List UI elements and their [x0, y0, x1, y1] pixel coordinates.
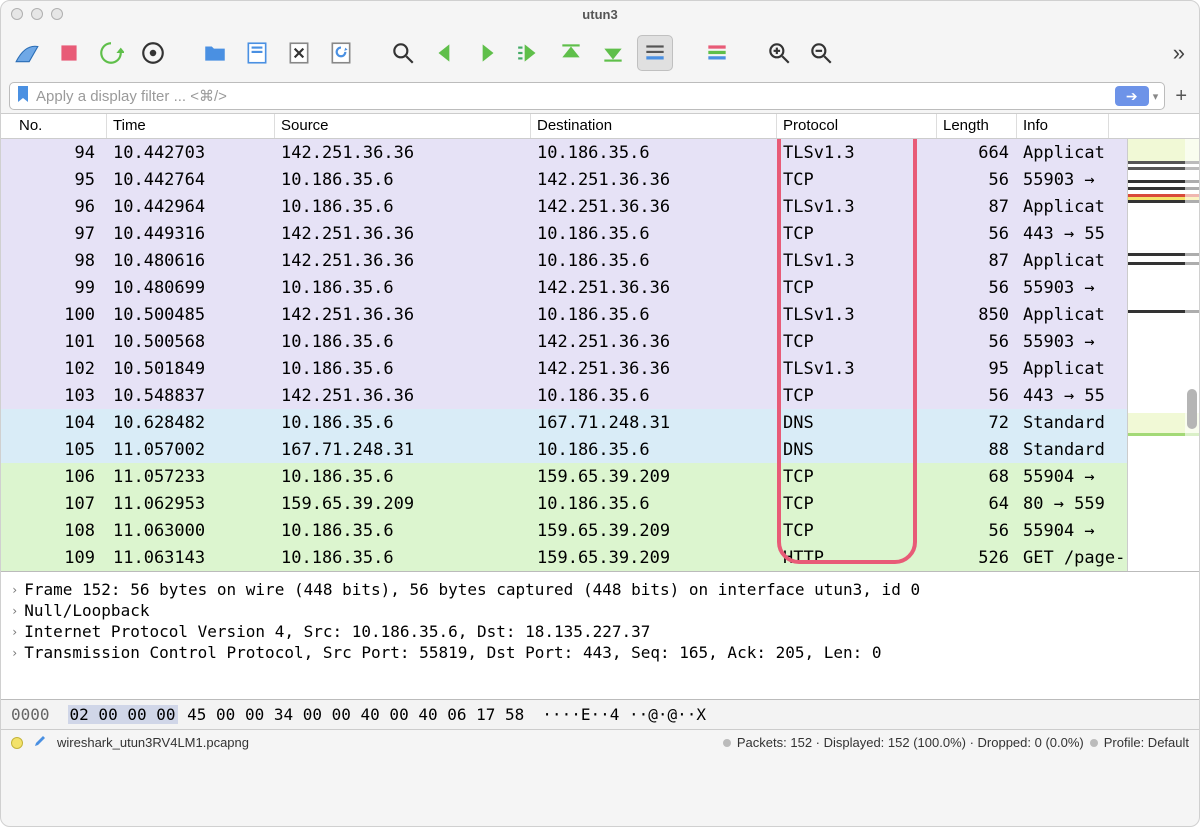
expand-icon[interactable]: ›: [11, 604, 18, 618]
reload-file-button[interactable]: [323, 35, 359, 71]
scrollbar-thumb[interactable]: [1187, 389, 1197, 429]
zoom-out-button[interactable]: [803, 35, 839, 71]
expand-icon[interactable]: ›: [11, 625, 18, 639]
detail-null: Null/Loopback: [24, 601, 149, 620]
display-filter-input[interactable]: Apply a display filter ... <⌘/> ➔ ▾: [9, 82, 1165, 110]
packet-bytes-pane[interactable]: 0000 02 00 00 00 45 00 00 34 00 00 40 00…: [1, 699, 1199, 729]
packet-details-pane[interactable]: › Frame 152: 56 bytes on wire (448 bits),…: [1, 571, 1199, 699]
col-header-protocol[interactable]: Protocol: [777, 114, 937, 138]
zoom-in-button[interactable]: [761, 35, 797, 71]
go-back-button[interactable]: [427, 35, 463, 71]
packet-row[interactable]: 10410.62848210.186.35.6167.71.248.31DNS7…: [1, 409, 1199, 436]
col-header-info[interactable]: Info: [1017, 114, 1109, 138]
restart-capture-button[interactable]: [93, 35, 129, 71]
capture-options-button[interactable]: [135, 35, 171, 71]
packet-row[interactable]: 10511.057002167.71.248.3110.186.35.6DNS8…: [1, 436, 1199, 463]
col-header-source[interactable]: Source: [275, 114, 531, 138]
apply-filter-button[interactable]: ➔: [1115, 86, 1149, 106]
packet-row[interactable]: 10310.548837142.251.36.3610.186.35.6TCP5…: [1, 382, 1199, 409]
toolbar: »: [1, 27, 1199, 79]
col-header-dest[interactable]: Destination: [531, 114, 777, 138]
status-stats: Packets: 152 · Displayed: 152 (100.0%) ·…: [737, 735, 1084, 750]
status-dot-icon: [1090, 739, 1098, 747]
packet-list-header: No. Time Source Destination Protocol Len…: [1, 113, 1199, 139]
status-dot-icon: [723, 739, 731, 747]
packet-row[interactable]: 10911.06314310.186.35.6159.65.39.209HTTP…: [1, 544, 1199, 571]
stop-capture-button[interactable]: [51, 35, 87, 71]
window-controls: [11, 8, 63, 20]
find-packet-button[interactable]: [385, 35, 421, 71]
filter-placeholder: Apply a display filter ... <⌘/>: [36, 87, 227, 105]
colorize-button[interactable]: [699, 35, 735, 71]
expert-info-icon[interactable]: [11, 737, 23, 749]
app-window: utun3 » Apply a display filter ... <⌘/> …: [0, 0, 1200, 827]
status-filename: wireshark_utun3RV4LM1.pcapng: [57, 735, 249, 750]
packet-minimap[interactable]: [1127, 139, 1199, 571]
status-bar: wireshark_utun3RV4LM1.pcapng Packets: 15…: [1, 729, 1199, 755]
add-filter-button[interactable]: +: [1171, 85, 1191, 108]
expand-icon[interactable]: ›: [11, 583, 18, 597]
open-file-button[interactable]: [197, 35, 233, 71]
detail-ip: Internet Protocol Version 4, Src: 10.186…: [24, 622, 650, 641]
packet-row[interactable]: 10010.500485142.251.36.3610.186.35.6TLSv…: [1, 301, 1199, 328]
col-header-length[interactable]: Length: [937, 114, 1017, 138]
go-forward-button[interactable]: [469, 35, 505, 71]
titlebar: utun3: [1, 1, 1199, 27]
close-window-button[interactable]: [11, 8, 23, 20]
goto-packet-button[interactable]: [511, 35, 547, 71]
toolbar-overflow-icon[interactable]: »: [1173, 40, 1191, 66]
hex-bytes-selected: 02 00 00 00: [68, 705, 178, 724]
packet-row[interactable]: 10110.50056810.186.35.6142.251.36.36TCP5…: [1, 328, 1199, 355]
goto-last-button[interactable]: [595, 35, 631, 71]
packet-row[interactable]: 10711.062953159.65.39.20910.186.35.6TCP6…: [1, 490, 1199, 517]
packet-row[interactable]: 10811.06300010.186.35.6159.65.39.209TCP5…: [1, 517, 1199, 544]
packet-row[interactable]: 9810.480616142.251.36.3610.186.35.6TLSv1…: [1, 247, 1199, 274]
detail-tcp: Transmission Control Protocol, Src Port:…: [24, 643, 881, 662]
status-profile: Profile: Default: [1104, 735, 1189, 750]
filter-bar: Apply a display filter ... <⌘/> ➔ ▾ +: [1, 79, 1199, 113]
detail-frame: Frame 152: 56 bytes on wire (448 bits), …: [24, 580, 920, 599]
col-header-time[interactable]: Time: [107, 114, 275, 138]
col-header-no[interactable]: No.: [13, 114, 107, 138]
save-file-button[interactable]: [239, 35, 275, 71]
zoom-window-button[interactable]: [51, 8, 63, 20]
packet-row[interactable]: 10611.05723310.186.35.6159.65.39.209TCP6…: [1, 463, 1199, 490]
packet-row[interactable]: 9710.449316142.251.36.3610.186.35.6TCP56…: [1, 220, 1199, 247]
filter-history-dropdown[interactable]: ▾: [1153, 90, 1159, 103]
goto-first-button[interactable]: [553, 35, 589, 71]
minimize-window-button[interactable]: [31, 8, 43, 20]
hex-ascii: ····E··4 ··@·@··X: [542, 705, 706, 724]
shark-fin-icon[interactable]: [9, 35, 45, 71]
packet-list[interactable]: 9410.442703142.251.36.3610.186.35.6TLSv1…: [1, 139, 1199, 571]
window-title: utun3: [63, 7, 1137, 22]
bookmark-icon[interactable]: [16, 85, 30, 107]
expand-icon[interactable]: ›: [11, 646, 18, 660]
packet-row[interactable]: 9410.442703142.251.36.3610.186.35.6TLSv1…: [1, 139, 1199, 166]
hex-offset: 0000: [11, 705, 50, 724]
hex-bytes: 45 00 00 34 00 00 40 00 40 06 17 58: [187, 705, 524, 724]
edit-capture-icon[interactable]: [33, 734, 47, 751]
packet-row[interactable]: 9610.44296410.186.35.6142.251.36.36TLSv1…: [1, 193, 1199, 220]
packet-row[interactable]: 9510.44276410.186.35.6142.251.36.36TCP56…: [1, 166, 1199, 193]
packet-row[interactable]: 9910.48069910.186.35.6142.251.36.36TCP56…: [1, 274, 1199, 301]
packet-row[interactable]: 10210.50184910.186.35.6142.251.36.36TLSv…: [1, 355, 1199, 382]
autoscroll-button[interactable]: [637, 35, 673, 71]
close-file-button[interactable]: [281, 35, 317, 71]
